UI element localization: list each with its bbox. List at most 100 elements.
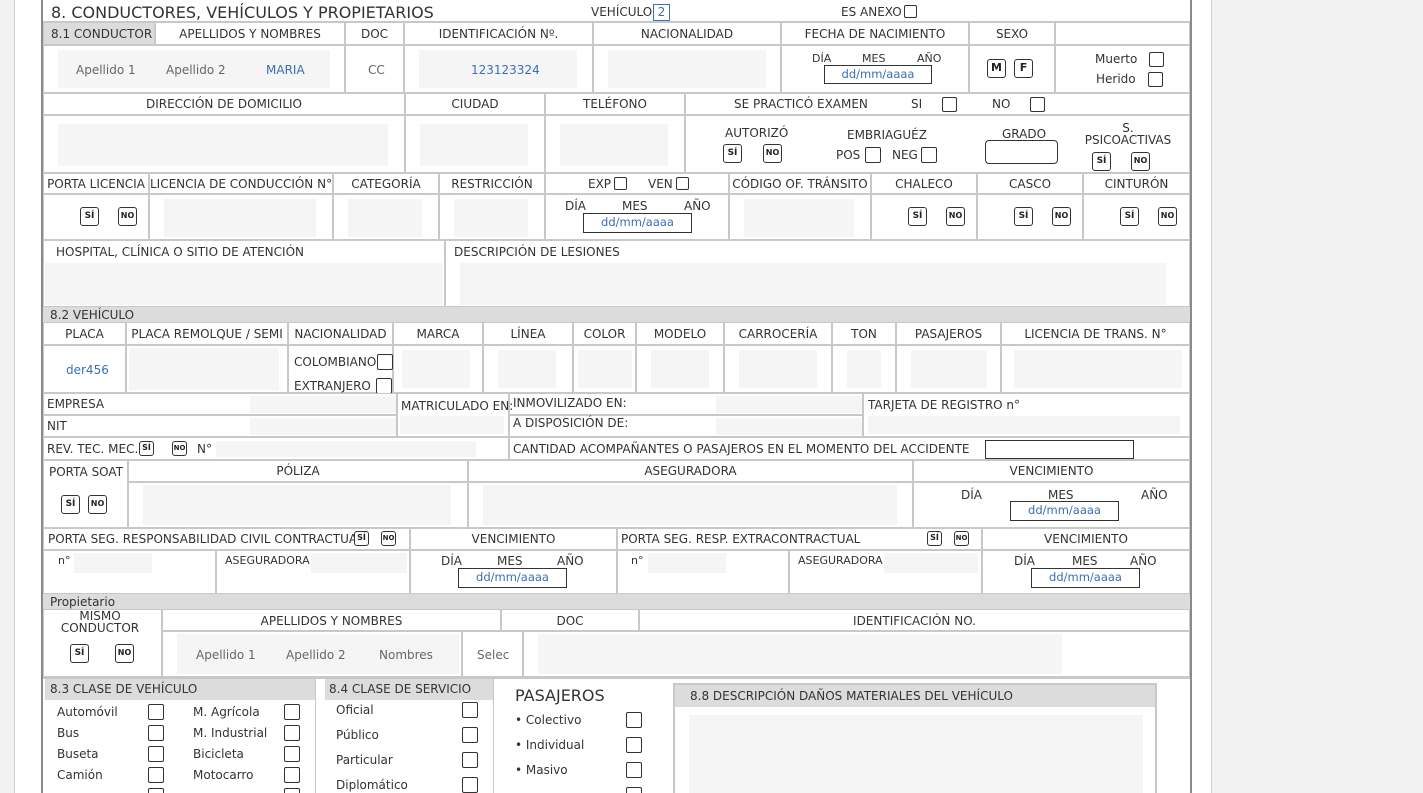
inmovilizado-input[interactable] <box>716 396 862 413</box>
psico-no-button[interactable]: NO <box>1131 152 1150 171</box>
pos-checkbox[interactable] <box>865 147 881 163</box>
poliza-input[interactable] <box>143 485 451 525</box>
danos-input[interactable] <box>689 715 1143 793</box>
revtec-no-button[interactable]: NO <box>172 441 187 456</box>
licencia-fecha-input[interactable]: dd/mm/aaaa <box>583 213 692 233</box>
pasajeros-next-checkbox[interactable] <box>626 787 642 793</box>
porta-licencia-no-button[interactable]: NO <box>118 207 137 226</box>
mismo-si-button[interactable]: SÍ <box>70 644 89 663</box>
placa-remolque-input[interactable] <box>129 348 279 390</box>
acompanantes-input[interactable] <box>985 440 1134 459</box>
nombres-input[interactable]: MARIA <box>266 63 305 77</box>
apellido2-input[interactable]: Apellido 2 <box>166 63 226 77</box>
contractual-si-button[interactable]: SÍ <box>354 531 369 546</box>
fecha-nacimiento-input[interactable]: dd/mm/aaaa <box>824 65 932 84</box>
exp-checkbox[interactable] <box>614 177 627 190</box>
sexo-m-button[interactable]: M <box>987 59 1006 78</box>
ton-input[interactable] <box>847 350 881 388</box>
telefono-input[interactable] <box>560 124 668 166</box>
restriccion-input[interactable] <box>454 199 528 237</box>
hospital-input[interactable] <box>45 263 443 305</box>
placa-input[interactable]: der456 <box>66 363 109 377</box>
anexo-checkbox[interactable] <box>904 5 917 18</box>
contractual-no-button[interactable]: NO <box>381 531 396 546</box>
clase-col2-next-checkbox[interactable] <box>284 788 300 793</box>
matriculado-input[interactable] <box>400 416 504 434</box>
servicio-oficial-checkbox[interactable] <box>462 702 478 718</box>
apellido1-input[interactable]: Apellido 1 <box>76 63 136 77</box>
examen-si-checkbox[interactable] <box>942 97 957 112</box>
pasajeros-colectivo-checkbox[interactable] <box>626 712 642 728</box>
clase-buseta-checkbox[interactable] <box>148 746 164 762</box>
soat-vencimiento-input[interactable]: dd/mm/aaaa <box>1010 501 1119 521</box>
extra-no-button[interactable]: NO <box>954 531 969 546</box>
chaleco-no-button[interactable]: NO <box>946 207 965 226</box>
autorizo-si-button[interactable]: SÍ <box>723 144 742 163</box>
prop-apellido2-input[interactable]: Apellido 2 <box>286 648 346 662</box>
pasajeros-input[interactable] <box>911 350 987 388</box>
empresa-input[interactable] <box>250 396 396 413</box>
marca-input[interactable] <box>402 350 470 388</box>
direccion-input[interactable] <box>58 124 388 166</box>
modelo-input[interactable] <box>651 350 709 388</box>
ciudad-input[interactable] <box>420 124 528 166</box>
autorizo-no-button[interactable]: NO <box>763 144 782 163</box>
prop-nombres-input[interactable]: Nombres <box>379 648 433 662</box>
prop-doc-select[interactable]: Selec <box>477 648 509 662</box>
clase-agricola-checkbox[interactable] <box>284 704 300 720</box>
chaleco-si-button[interactable]: SÍ <box>908 207 927 226</box>
clase-camion-checkbox[interactable] <box>148 767 164 783</box>
clase-col1-next-checkbox[interactable] <box>148 788 164 793</box>
categoria-input[interactable] <box>348 199 422 237</box>
clase-bicicleta-checkbox[interactable] <box>284 746 300 762</box>
revtec-si-button[interactable]: SÍ <box>139 441 154 456</box>
cinturon-no-button[interactable]: NO <box>1158 207 1177 226</box>
clase-bus-checkbox[interactable] <box>148 725 164 741</box>
clase-motocarro-checkbox[interactable] <box>284 767 300 783</box>
examen-no-checkbox[interactable] <box>1030 97 1045 112</box>
clase-automovil-checkbox[interactable] <box>148 704 164 720</box>
extra-vencimiento-input[interactable]: dd/mm/aaaa <box>1031 568 1140 588</box>
revtec-numero-input[interactable] <box>216 441 476 457</box>
casco-no-button[interactable]: NO <box>1052 207 1071 226</box>
porta-licencia-si-button[interactable]: SÍ <box>80 207 99 226</box>
extra-aseguradora-input[interactable] <box>884 553 978 573</box>
muerto-checkbox[interactable] <box>1149 52 1164 67</box>
clase-industrial-checkbox[interactable] <box>284 725 300 741</box>
contractual-vencimiento-input[interactable]: dd/mm/aaaa <box>458 568 567 588</box>
contractual-numero-input[interactable] <box>74 553 152 573</box>
extranjero-checkbox[interactable] <box>376 378 392 394</box>
licencia-trans-input[interactable] <box>1014 350 1182 388</box>
psico-si-button[interactable]: SÍ <box>1092 152 1111 171</box>
tarjeta-input[interactable] <box>868 416 1180 434</box>
pasajeros-individual-checkbox[interactable] <box>626 737 642 753</box>
prop-ident-input[interactable] <box>538 634 1062 674</box>
soat-no-button[interactable]: NO <box>88 495 107 514</box>
cinturon-si-button[interactable]: SÍ <box>1120 207 1139 226</box>
herido-checkbox[interactable] <box>1148 72 1163 87</box>
servicio-particular-checkbox[interactable] <box>462 752 478 768</box>
mismo-no-button[interactable]: NO <box>115 644 134 663</box>
carroceria-input[interactable] <box>739 350 817 388</box>
nacionalidad-input[interactable] <box>608 50 766 88</box>
disposicion-input[interactable] <box>716 418 862 435</box>
contractual-aseguradora-input[interactable] <box>311 553 407 573</box>
color-input[interactable] <box>578 350 632 388</box>
linea-input[interactable] <box>498 350 556 388</box>
neg-checkbox[interactable] <box>921 147 937 163</box>
colombiano-checkbox[interactable] <box>377 354 393 370</box>
soat-aseguradora-input[interactable] <box>483 485 897 525</box>
licencia-input[interactable] <box>164 199 316 237</box>
sexo-f-button[interactable]: F <box>1014 59 1033 78</box>
extra-numero-input[interactable] <box>648 553 726 573</box>
vehiculo-number[interactable]: 2 <box>653 4 670 21</box>
pasajeros-masivo-checkbox[interactable] <box>626 762 642 778</box>
nit-input[interactable] <box>250 418 396 435</box>
doc-select[interactable]: CC <box>368 63 385 77</box>
lesiones-input[interactable] <box>460 263 1166 305</box>
ven-checkbox[interactable] <box>676 177 689 190</box>
servicio-publico-checkbox[interactable] <box>462 727 478 743</box>
grado-input[interactable] <box>985 140 1058 164</box>
codigo-transito-input[interactable] <box>744 199 854 237</box>
casco-si-button[interactable]: SÍ <box>1014 207 1033 226</box>
